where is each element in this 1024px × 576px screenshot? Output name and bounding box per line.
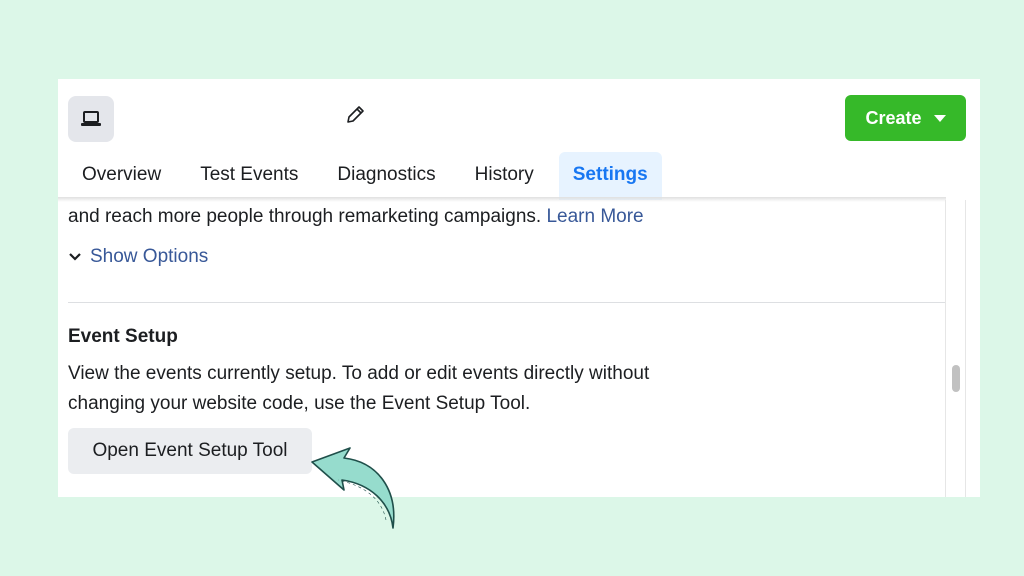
show-options-toggle[interactable]: Show Options — [68, 246, 208, 268]
event-setup-title: Event Setup — [68, 326, 178, 347]
chevron-down-icon — [69, 253, 81, 261]
section-divider — [68, 302, 946, 303]
create-button[interactable]: Create — [845, 95, 966, 141]
description-text: and reach more people through remarketin… — [68, 206, 542, 227]
show-options-label: Show Options — [90, 246, 209, 267]
open-event-setup-tool-button[interactable]: Open Event Setup Tool — [68, 428, 312, 474]
scrollbar-thumb[interactable] — [952, 365, 960, 392]
pencil-icon[interactable] — [344, 104, 366, 126]
caret-down-icon — [933, 114, 946, 122]
tabs-shadow — [58, 197, 946, 202]
curved-arrow-icon — [311, 447, 395, 529]
settings-content: and reach more people through remarketin… — [68, 200, 946, 497]
tab-diagnostics[interactable]: Diagnostics — [323, 152, 449, 200]
learn-more-link[interactable]: Learn More — [546, 206, 643, 227]
scrollbar[interactable] — [945, 200, 966, 497]
tab-bar: Overview Test Events Diagnostics History… — [68, 152, 673, 200]
tab-overview[interactable]: Overview — [68, 152, 175, 200]
create-button-label: Create — [865, 107, 922, 128]
dataset-avatar — [68, 96, 114, 142]
event-setup-description: View the events currently setup. To add … — [68, 363, 650, 414]
laptop-icon — [81, 111, 101, 126]
events-manager-panel: Create Overview Test Events Diagnostics … — [58, 79, 980, 497]
remarketing-description: and reach more people through remarketin… — [68, 206, 644, 228]
tab-history[interactable]: History — [461, 152, 548, 200]
tab-settings[interactable]: Settings — [558, 152, 662, 200]
tab-test-events[interactable]: Test Events — [186, 152, 312, 200]
